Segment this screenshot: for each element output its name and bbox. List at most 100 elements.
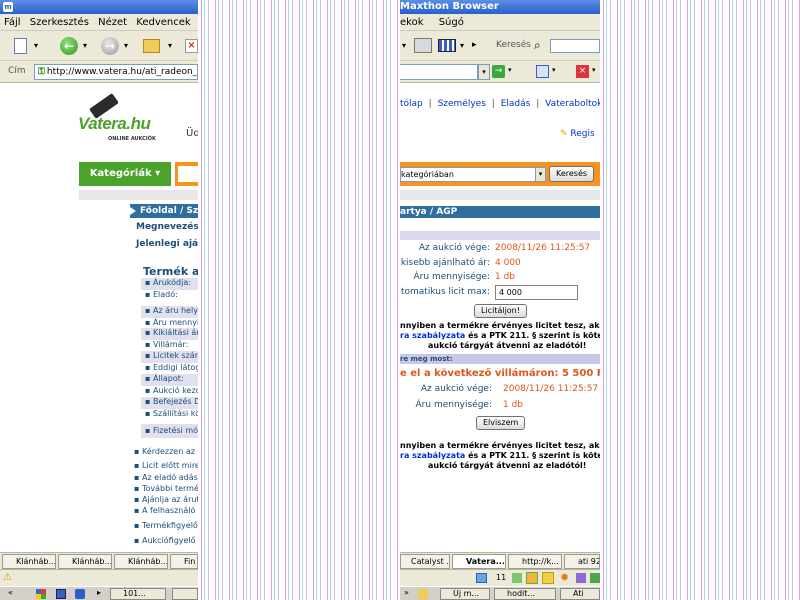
go-icon[interactable]: → (492, 65, 505, 78)
bid-button[interactable]: Licitáljon! (474, 304, 527, 318)
category-select-value: kategóriában (401, 170, 454, 179)
stop-icon[interactable]: × (185, 39, 198, 53)
rules-link[interactable]: ra szabályzata (400, 451, 465, 460)
detail-row: ▪ Kikiáltási ár: (141, 328, 198, 340)
address-input-right[interactable] (400, 64, 478, 80)
windows-icon[interactable] (36, 589, 46, 599)
vatera-logo[interactable]: Vatera.hu ONLINE AUKCIÓK (78, 93, 173, 146)
pencil-icon: ✎ (560, 129, 568, 139)
list-item[interactable]: ▪ Licit előtt mire üg (134, 461, 198, 473)
register-label: Regis (570, 129, 595, 139)
list-item[interactable]: ▪ Termékfigyelő (134, 521, 198, 534)
gear-icon[interactable]: ✹ (560, 571, 569, 584)
top-nav: tólap | Személyes | Eladás | Vaterabolto… (400, 99, 600, 109)
maxthon-icon[interactable] (75, 589, 85, 599)
legal-note-1: nnyiben a termékre érvényes licitet tesz… (400, 321, 600, 351)
forward-dropdown-icon[interactable]: ▾ (124, 41, 128, 50)
detail-row: ▪ Szállítási költ (145, 409, 198, 418)
back-icon[interactable]: ← (60, 37, 78, 55)
up-folder-icon[interactable] (143, 39, 160, 53)
category-select[interactable]: kategóriában ▾ (400, 167, 546, 182)
nav-home[interactable]: tólap (400, 99, 423, 109)
tab-ati[interactable]: ati 92 (564, 554, 600, 569)
status-icon-3[interactable] (542, 572, 554, 584)
detail-row: ▪ Árukódja: (141, 278, 198, 290)
nav-personal[interactable]: Személyes (438, 99, 486, 109)
detail-row: ▪ Befejezés D (141, 397, 198, 409)
logo-subtitle: ONLINE AUKCIÓK (108, 136, 156, 142)
list-item[interactable]: ▪ További terméke (134, 484, 198, 495)
search-box[interactable] (550, 39, 600, 53)
search-input-left[interactable] (178, 166, 198, 182)
title-bar-left: m (0, 0, 198, 14)
columns-icon[interactable] (438, 39, 456, 52)
taskbar-expand-icon[interactable]: » (404, 588, 409, 597)
close-dropdown-icon[interactable]: ▾ (592, 66, 596, 74)
tab-klanhab-3[interactable]: Klánháb... (114, 554, 168, 569)
status-icon-5[interactable] (590, 573, 600, 583)
home-dropdown-icon[interactable]: ▾ (552, 66, 556, 74)
status-bar-left: ⚠ (0, 569, 198, 586)
address-input[interactable]: ⚿ http://www.vatera.hu/ati_radeon_ (34, 64, 198, 80)
taskbar-tray-arrow-icon[interactable]: « (8, 588, 13, 597)
tab-klanhab-2[interactable]: Klánháb... (58, 554, 112, 569)
tab-fin[interactable]: Fin (170, 554, 198, 569)
menu-file[interactable]: Fájl (4, 17, 21, 28)
taskbar-button-new-mail[interactable]: Új m... (440, 588, 490, 600)
status-icon-2[interactable] (526, 572, 538, 584)
menu-help[interactable]: Súgó (439, 17, 464, 28)
taskbar-button-hodit[interactable]: hodit... (494, 588, 556, 600)
go-dropdown-icon[interactable]: ▾ (508, 66, 512, 74)
autobid-input[interactable]: 4 000 (495, 285, 578, 300)
status-icon-1[interactable] (512, 573, 522, 583)
forward-icon[interactable]: → (101, 37, 119, 55)
taskbar-folder-icon[interactable] (418, 589, 428, 599)
detail-row: ▪ Áru mennyis (145, 318, 198, 327)
up-dropdown-icon[interactable]: ▾ (168, 41, 172, 50)
list-item[interactable]: ▪ Aukciófigyelő (134, 536, 198, 548)
status-icon-4[interactable] (576, 573, 586, 583)
register-link[interactable]: ✎ Regis (560, 129, 595, 139)
buy-now-button[interactable]: Elviszem (476, 416, 526, 430)
dropdown-icon[interactable]: ▾ (402, 41, 406, 50)
search-icon[interactable]: ⌕ (534, 38, 541, 53)
print-icon[interactable] (414, 38, 432, 53)
close-page-icon[interactable]: × (576, 65, 589, 78)
search-button[interactable]: Keresés (549, 166, 595, 182)
rules-link[interactable]: ra szabályzata (400, 331, 465, 340)
legal-line: ra szabályzata és a PTK 211. § szerint i… (400, 331, 600, 340)
categories-button[interactable]: Kategóriák ▾ (79, 162, 171, 186)
tab-catalyst[interactable]: Catalyst ... (400, 554, 450, 569)
menu-view[interactable]: Nézet (98, 17, 127, 28)
back-dropdown-icon[interactable]: ▾ (83, 41, 87, 50)
home-icon[interactable] (536, 65, 549, 78)
breadcrumb-text-left[interactable]: Főoldal / Sz (140, 206, 198, 216)
list-item[interactable]: ▪ A felhasználó e (134, 506, 198, 517)
taskbar-more-icon[interactable]: ▸ (97, 588, 101, 597)
tab-klanhab-1[interactable]: Klánháb... (2, 554, 56, 569)
tab-vatera[interactable]: Vatera... (452, 554, 506, 569)
breadcrumb-text-right[interactable]: artya / AGP (400, 207, 457, 217)
menu-edit[interactable]: Szerkesztés (30, 17, 89, 28)
desktop-icon[interactable] (56, 589, 66, 599)
list-item[interactable]: ▪ Kérdezzen az e (134, 447, 198, 459)
menu-tools[interactable]: ekok (400, 17, 424, 28)
list-item[interactable]: ▪ Az eladó adásv (134, 473, 198, 484)
address-dropdown-icon[interactable]: ▾ (478, 64, 490, 80)
legal-line: aukció tárgyát átvenni az eladótól! (428, 461, 587, 470)
tab-http[interactable]: http://k... (508, 554, 562, 569)
new-dropdown-icon[interactable]: ▾ (34, 41, 38, 50)
new-page-icon[interactable] (14, 38, 27, 54)
nav-selling[interactable]: Eladás (501, 99, 531, 109)
more-icon[interactable]: ▸ (472, 40, 477, 50)
list-item[interactable]: ▪ Ajánlja az árut b (134, 495, 198, 506)
taskbar-button-folder-2[interactable] (172, 588, 198, 600)
taskbar-button-folder[interactable]: 101... (110, 588, 166, 600)
nav-shops[interactable]: Vateraboltok (545, 99, 600, 109)
autobid-label: utomatikus licit max: (400, 287, 490, 297)
menu-favorites[interactable]: Kedvencek (136, 17, 190, 28)
detail-row: ▪ Az áru helye (141, 306, 198, 318)
detail-row: ▪ Eladó: (145, 290, 178, 299)
columns-dropdown-icon[interactable]: ▾ (460, 41, 464, 50)
taskbar-button-ati[interactable]: Ati (560, 588, 600, 600)
